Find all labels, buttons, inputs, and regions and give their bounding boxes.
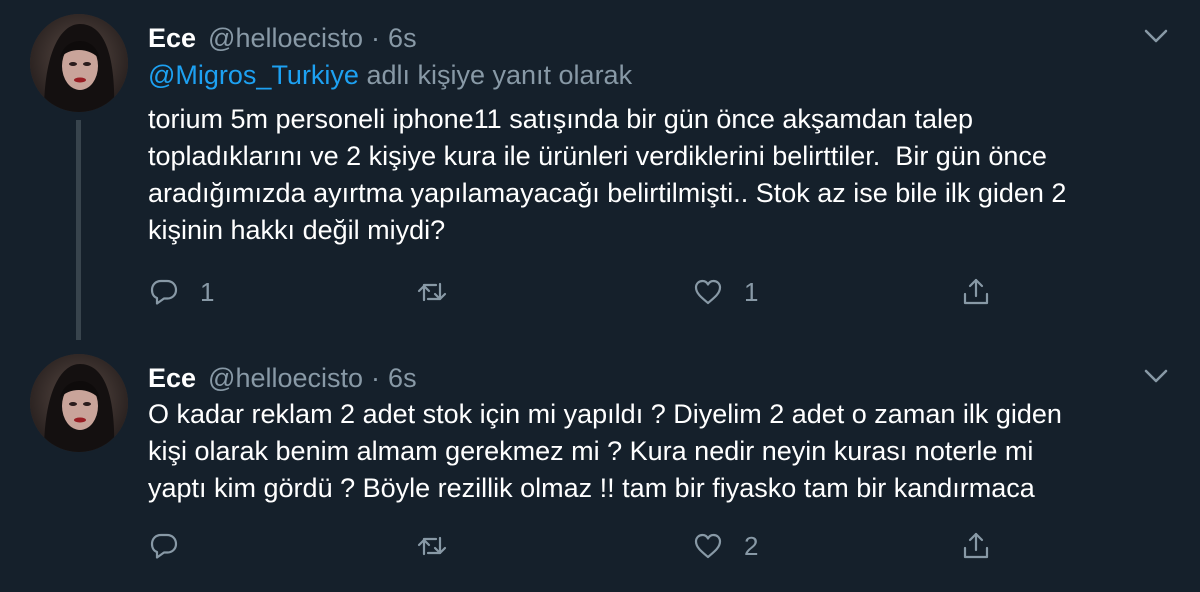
chevron-down-icon[interactable] xyxy=(1142,366,1170,386)
like-button[interactable]: 1 xyxy=(692,272,758,312)
retweet-icon xyxy=(417,282,447,302)
retweet-button[interactable] xyxy=(416,526,468,566)
reply-icon xyxy=(150,533,178,559)
avatar-image xyxy=(30,14,128,112)
author-name[interactable]: Ece xyxy=(148,363,196,394)
like-button[interactable]: 2 xyxy=(692,526,758,566)
chevron-down-icon[interactable] xyxy=(1142,26,1170,46)
tweet[interactable]: Ece @helloecisto · 6s @Migros_Turkiye ad… xyxy=(0,0,1200,340)
tweet[interactable]: Ece @helloecisto · 6s O kadar reklam 2 a… xyxy=(0,340,1200,592)
share-button[interactable] xyxy=(960,526,992,566)
avatar-image xyxy=(30,354,128,452)
retweet-icon xyxy=(417,536,447,556)
reply-icon xyxy=(150,279,178,305)
heart-icon xyxy=(694,533,722,559)
separator: · xyxy=(371,22,381,53)
tweet-text: O kadar reklam 2 adet stok için mi yapıl… xyxy=(148,399,1062,503)
author-name[interactable]: Ece xyxy=(148,23,196,54)
author-handle[interactable]: @helloecisto xyxy=(208,363,363,394)
reply-count: 1 xyxy=(200,276,215,307)
share-button[interactable] xyxy=(960,272,992,312)
tweet-header: Ece @helloecisto · 6s xyxy=(148,358,417,398)
timestamp[interactable]: 6s xyxy=(388,363,417,394)
share-icon xyxy=(963,532,989,559)
like-count: 2 xyxy=(744,530,759,561)
retweet-button[interactable] xyxy=(416,272,468,312)
avatar[interactable] xyxy=(30,354,128,452)
tweet-actions: 1 1 xyxy=(148,272,1008,312)
separator: · xyxy=(371,362,381,393)
timestamp[interactable]: 6s xyxy=(388,23,417,54)
like-count: 1 xyxy=(744,276,759,307)
avatar[interactable] xyxy=(30,14,128,112)
tweet-actions: 2 xyxy=(148,526,1008,566)
tweet-header: Ece @helloecisto · 6s xyxy=(148,18,417,58)
author-handle[interactable]: @helloecisto xyxy=(208,23,363,54)
reply-button[interactable]: 1 xyxy=(148,272,214,312)
tweet-text: torium 5m personeli iphone11 satışında b… xyxy=(148,104,1067,245)
thread-line xyxy=(76,120,81,340)
reply-context-label: adlı kişiye yanıt olarak xyxy=(358,60,633,90)
reply-button[interactable] xyxy=(148,526,200,566)
heart-icon xyxy=(694,279,722,305)
reply-context: @Migros_Turkiye adlı kişiye yanıt olarak xyxy=(148,60,632,91)
share-icon xyxy=(963,278,989,305)
mention-link[interactable]: @Migros_Turkiye xyxy=(148,60,359,90)
